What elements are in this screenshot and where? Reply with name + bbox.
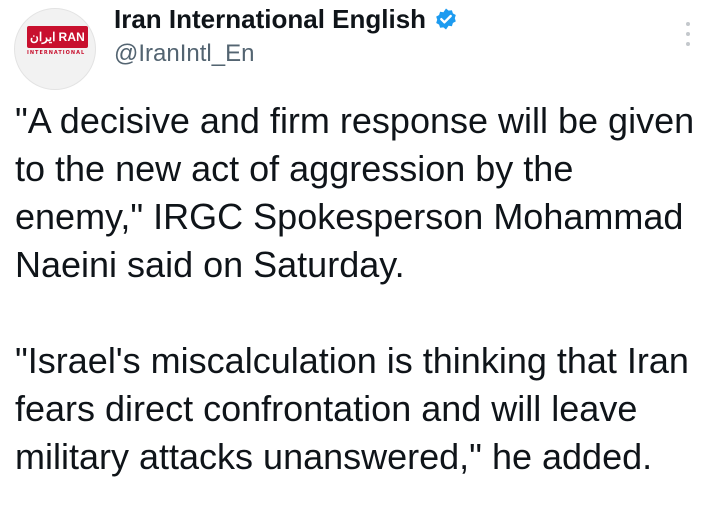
account-display-name[interactable]: Iran International English	[114, 4, 458, 34]
tweet-text: "A decisive and firm response will be gi…	[15, 97, 705, 481]
tweet-header: ایران RAN INTERNATIONAL Iran Internation…	[0, 0, 720, 90]
avatar[interactable]: ایران RAN INTERNATIONAL	[14, 8, 96, 90]
iran-international-logo: ایران RAN INTERNATIONAL	[27, 26, 89, 66]
account-handle[interactable]: @IranIntl_En	[114, 40, 254, 68]
tweet-paragraph-1: "A decisive and firm response will be gi…	[15, 100, 695, 285]
logo-english-text: RAN	[58, 26, 89, 48]
verified-badge-icon	[434, 7, 458, 31]
more-options-icon[interactable]	[680, 22, 696, 46]
logo-persian-text: ایران	[27, 26, 59, 48]
tweet-paragraph-2: "Israel's miscalculation is thinking tha…	[15, 340, 689, 477]
display-name-text: Iran International English	[114, 4, 427, 34]
logo-subtitle: INTERNATIONAL	[27, 50, 86, 56]
